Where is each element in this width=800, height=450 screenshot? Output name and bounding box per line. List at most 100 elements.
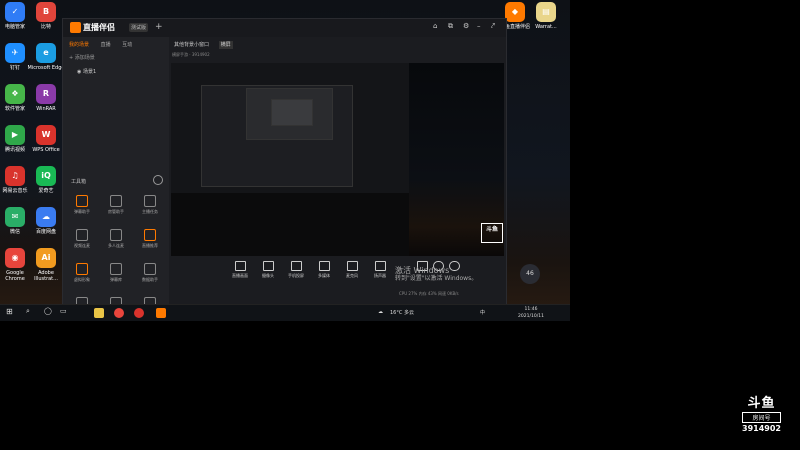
app-icon: ◆ xyxy=(505,2,525,22)
left-panel: 我的场景 直播 互动 + 添加场景 ◉ 场景1 工具箱 弹幕助手 房管助手 主播任务… xyxy=(63,37,169,318)
clock-date: 2021/10/11 xyxy=(518,314,544,319)
desktop-icon-9[interactable]: iQ 爱奇艺 xyxy=(27,166,65,194)
control-label: 麦克风 xyxy=(346,273,358,278)
taskbar-explorer-icon[interactable] xyxy=(94,308,104,318)
control-label: 直播画面 xyxy=(232,273,248,278)
scene-item-1[interactable]: ◉ 场景1 xyxy=(77,68,96,75)
tab-landscape[interactable]: 横屏 xyxy=(218,41,233,49)
app-icon: ▶ xyxy=(5,125,25,145)
taskbar: ⊞ ⌕ ◯ ▭ ☁ 16°C 多云 中 11:46 2021/10/11 xyxy=(0,304,570,321)
app-icon: ♫ xyxy=(5,166,25,186)
taskbar-douyu-icon[interactable] xyxy=(156,308,166,318)
tool-button[interactable]: 视频连麦 xyxy=(67,229,97,249)
desktop-icon-3[interactable]: e Microsoft Edge xyxy=(27,43,65,71)
left-tabs: 我的场景 直播 互动 xyxy=(69,41,142,48)
tool-label: 主播任务 xyxy=(142,209,158,214)
desktop-icon-label: 百度网盘 xyxy=(35,229,56,235)
control-label: 多媒体 xyxy=(318,273,330,278)
control-label: 手机投屏 xyxy=(288,273,304,278)
douyu-room-label: 房间号 xyxy=(742,412,781,423)
control-button[interactable]: 麦克风 xyxy=(341,261,363,279)
taskbar-netease-icon[interactable] xyxy=(134,308,144,318)
desktop-icon-label: Adobe Illustrat... xyxy=(34,270,58,282)
minimize-icon[interactable]: – xyxy=(477,22,481,30)
app-icon: R xyxy=(36,84,56,104)
tool-button[interactable]: 直播推荐 xyxy=(135,229,165,249)
status-bar: CPU 27% 内存 43% 网速 0KB/s xyxy=(399,291,459,296)
network-cloud-icon: ☁ xyxy=(378,309,383,315)
control-button[interactable]: 摄像头 xyxy=(257,261,279,279)
control-button[interactable]: 多媒体 xyxy=(313,261,335,279)
app-logo-icon xyxy=(70,22,81,33)
desktop-icon-1[interactable]: B 比特 xyxy=(27,2,65,30)
app-icon: W xyxy=(36,125,56,145)
app-icon: ✉ xyxy=(5,207,25,227)
tool-label: 弹幕库 xyxy=(110,277,122,282)
clock-time: 11:46 xyxy=(524,307,538,312)
desktop-icon-7[interactable]: W WPS Office xyxy=(27,125,65,153)
settings-icon[interactable]: ⚙ xyxy=(463,22,469,30)
tool-button[interactable]: 房管助手 xyxy=(101,195,131,215)
control-button[interactable]: 扬声器 xyxy=(369,261,391,279)
tool-button[interactable]: 主播任务 xyxy=(135,195,165,215)
control-label: 扬声器 xyxy=(374,273,386,278)
control-button[interactable]: 手机投屏 xyxy=(285,261,307,279)
tool-icon xyxy=(76,195,88,207)
search-icon[interactable]: ⌕ xyxy=(26,307,30,316)
tool-button[interactable]: 弹幕助手 xyxy=(67,195,97,215)
tab-scenes[interactable]: 我的场景 xyxy=(69,42,89,48)
app-icon: e xyxy=(36,43,56,63)
ime-indicator[interactable]: 中 xyxy=(480,309,485,316)
tab-window[interactable]: 其他背景小窗口 xyxy=(172,41,211,49)
app-icon: iQ xyxy=(36,166,56,186)
douyu-mini-logo: 斗鱼 xyxy=(481,223,503,243)
app-icon: ✓ xyxy=(5,2,25,22)
desktop-icon-11[interactable]: ☁ 百度网盘 xyxy=(27,207,65,235)
tab-live[interactable]: 直播 xyxy=(101,42,111,48)
control-icon xyxy=(290,261,302,271)
toolbox-toggle-icon[interactable] xyxy=(153,175,163,185)
control-icon xyxy=(262,261,274,271)
control-label: 摄像头 xyxy=(262,273,274,278)
tool-button[interactable]: 多人连麦 xyxy=(101,229,131,249)
app-icon: ▤ xyxy=(536,2,556,22)
watermark-line2: 转到"设置"以激活 Windows。 xyxy=(395,275,478,282)
add-icon[interactable]: + xyxy=(155,22,163,32)
tool-button[interactable]: 虚拟形象 xyxy=(67,263,97,283)
desktop-icon-13[interactable]: Ai Adobe Illustrat... xyxy=(27,248,65,282)
taskbar-clock[interactable]: 11:46 2021/10/11 xyxy=(518,306,544,320)
app-logo: 直播伴侣 xyxy=(70,22,115,33)
control-icon xyxy=(374,261,386,271)
lock-icon[interactable]: ⌂ xyxy=(433,22,437,30)
tab-interact[interactable]: 互动 xyxy=(122,42,132,48)
nested-screen-capture xyxy=(171,63,410,193)
live-preview[interactable]: 斗鱼 xyxy=(171,63,504,256)
control-icon xyxy=(346,261,358,271)
desktop-icon-right-1[interactable]: ▤ Warrat... xyxy=(527,2,565,30)
tool-label: 视频连麦 xyxy=(74,243,90,248)
nested-deep-window xyxy=(271,99,313,126)
share-icon[interactable]: ⤤ xyxy=(491,22,495,31)
taskview-icon[interactable]: ◯ xyxy=(44,307,52,315)
desktop-icon-label: 爱奇艺 xyxy=(38,188,54,194)
tool-icon xyxy=(144,263,156,275)
start-icon[interactable]: ⊞ xyxy=(6,307,13,316)
multitask-icon[interactable]: ▭ xyxy=(60,307,67,315)
activate-windows-watermark: 激活 Windows 转到"设置"以激活 Windows。 xyxy=(395,267,477,283)
tool-label: 虚拟形象 xyxy=(74,277,90,282)
app-icon: ❖ xyxy=(5,84,25,104)
copy-icon[interactable]: ⧉ xyxy=(448,22,453,31)
tool-button[interactable]: 数据助手 xyxy=(135,263,165,283)
main-area: 其他背景小窗口 横屏 横屏手游 · 3914902 斗鱼 直播画面 摄像头 手机投屏… xyxy=(169,37,506,306)
desktop-icon-label: Microsoft Edge xyxy=(27,65,65,71)
tool-button[interactable]: 弹幕库 xyxy=(101,263,131,283)
perf-badge[interactable]: 46 xyxy=(520,264,540,284)
weather-text[interactable]: 16°C 多云 xyxy=(390,309,414,316)
tool-icon xyxy=(110,263,122,275)
taskbar-chrome-icon[interactable] xyxy=(114,308,124,318)
tool-label: 房管助手 xyxy=(108,209,124,214)
add-scene-hint[interactable]: + 添加场景 xyxy=(69,54,95,61)
desktop-icon-5[interactable]: R WinRAR xyxy=(27,84,65,112)
control-button[interactable]: 直播画面 xyxy=(229,261,251,279)
app-icon: B xyxy=(36,2,56,22)
